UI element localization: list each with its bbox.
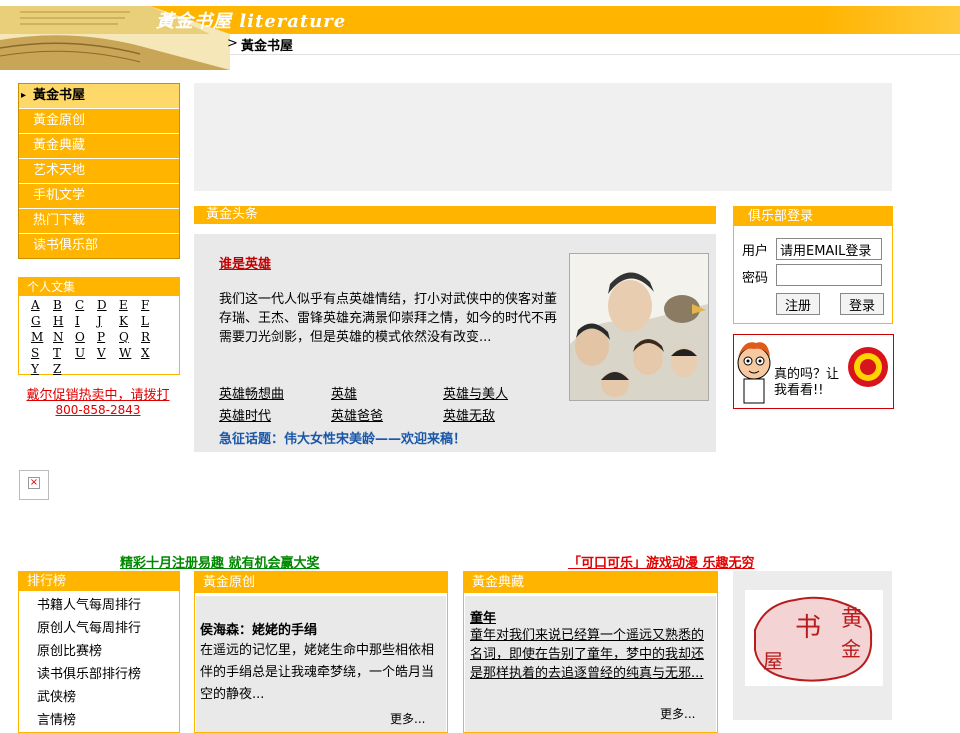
letter-link[interactable]: L (141, 314, 163, 328)
rankings-list: 书籍人气每周排行 原创人气每周排行 原创比赛榜 读书俱乐部排行榜 武侠榜 言情榜 (37, 594, 141, 732)
club-login-title: 俱乐部登录 (734, 207, 892, 226)
login-button[interactable]: 登录 (840, 293, 885, 315)
personal-works-title: 个人文集 (19, 278, 179, 296)
related-link[interactable]: 英雄 (331, 383, 443, 402)
letter-link[interactable]: H (53, 314, 75, 328)
sidebar-item-downloads[interactable]: 热门下载 (19, 209, 179, 234)
ranking-item[interactable]: 读书俱乐部排行榜 (37, 663, 141, 686)
seal-logo-image[interactable]: 书 黄 金 屋 (745, 590, 883, 686)
username-input[interactable] (776, 238, 882, 260)
sidebar-item-classic[interactable]: 黃金典藏 (19, 134, 179, 159)
club-login-panel: 俱乐部登录 用户 密码 注册 登录 (733, 206, 893, 324)
letter-link[interactable]: G (31, 314, 53, 328)
letter-link[interactable]: S (31, 346, 53, 360)
letter-link[interactable]: C (75, 298, 97, 312)
letter-link[interactable]: U (75, 346, 97, 360)
ranking-item[interactable]: 原创人气每周排行 (37, 617, 141, 640)
sidebar-item-club[interactable]: 读书俱乐部 (19, 234, 179, 258)
cartoon-speech-text: 真的吗？让我看看!! (774, 367, 840, 398)
seal-char: 金 (841, 637, 861, 661)
personal-works-panel: 个人文集 A B C D E F G H I J K L M N O P Q R… (18, 277, 180, 376)
classic-title: 黃金典藏 (464, 572, 717, 593)
letter-link[interactable]: V (97, 346, 119, 360)
sidebar-item-mobile[interactable]: 手机文学 (19, 184, 179, 209)
original-title: 黃金原创 (195, 572, 447, 593)
letter-link[interactable]: W (119, 346, 141, 360)
breadcrumb-arrow-icon: > (227, 36, 238, 51)
letter-link[interactable]: F (141, 298, 163, 312)
letter-link[interactable]: A (31, 298, 53, 312)
register-button[interactable]: 注册 (776, 293, 821, 315)
ebay-promo-link[interactable]: 精彩十月注册易趣 就有机会赢大奖 (120, 552, 320, 571)
password-input[interactable] (776, 264, 882, 286)
original-article-title[interactable]: 侯海森：姥姥的手绢 (200, 619, 317, 638)
broken-image-icon: × (19, 470, 49, 500)
site-title: 黃金书屋 literature (156, 11, 347, 32)
letter-link[interactable]: X (141, 346, 163, 360)
letter-link[interactable]: M (31, 330, 53, 344)
seal-char: 黄 (841, 607, 863, 632)
coca-cola-promo-link[interactable]: 「可口可乐」游戏动漫 乐趣无穷 (568, 552, 755, 571)
rankings-title: 排行榜 (19, 572, 179, 591)
letter-link[interactable]: N (53, 330, 75, 344)
letter-link[interactable]: E (119, 298, 141, 312)
rankings-panel: 排行榜 书籍人气每周排行 原创人气每周排行 原创比赛榜 读书俱乐部排行榜 武侠榜… (18, 571, 180, 733)
sidebar-nav: 黃金书屋 黃金原创 黃金典藏 艺术天地 手机文学 热门下载 读书俱乐部 (18, 83, 180, 259)
letter-link[interactable]: T (53, 346, 75, 360)
letter-link[interactable]: I (75, 314, 97, 328)
sidebar-item-home[interactable]: 黃金书屋 (19, 84, 179, 109)
dell-phone-link[interactable]: 800-858-2843 (18, 403, 178, 417)
username-label: 用户 (742, 244, 769, 259)
letter-link[interactable]: O (75, 330, 97, 344)
related-link[interactable]: 英雄与美人 (443, 383, 555, 402)
breadcrumb[interactable]: 黃金书屋 (241, 35, 293, 54)
letter-link[interactable]: Q (119, 330, 141, 344)
breadcrumb-divider (230, 54, 960, 55)
headline-article-text: 我们这一代人似乎有点英雄情结，打小对武侠中的侠客对董存瑞、王杰、雷锋英雄充满景仰… (219, 292, 558, 345)
letter-link[interactable]: Z (53, 362, 75, 376)
letter-link[interactable]: D (97, 298, 119, 312)
letter-link[interactable]: P (97, 330, 119, 344)
original-article-text: 在遥远的记忆里，姥姥生命中那些相依相伴的手绢总是让我魂牵梦绕，一个皓月当空的静夜… (200, 643, 435, 702)
headline-section-title: 黃金头条 (194, 206, 716, 224)
letter-link[interactable]: R (141, 330, 163, 344)
seal-char: 屋 (763, 649, 783, 673)
ranking-item[interactable]: 武侠榜 (37, 686, 141, 709)
classic-article-title[interactable]: 童年 (470, 607, 496, 626)
related-link[interactable]: 英雄畅想曲 (219, 383, 331, 402)
sidebar-item-original[interactable]: 黃金原创 (19, 109, 179, 134)
related-link[interactable]: 英雄时代 (219, 405, 331, 424)
letter-link[interactable]: J (97, 314, 119, 328)
letter-index: A B C D E F G H I J K L M N O P Q R S T … (31, 298, 171, 376)
headline-related-links: 英雄畅想曲 英雄 英雄与美人 英雄时代 英雄爸爸 英雄无敌 (219, 383, 559, 424)
heroes-illustration-image[interactable] (569, 253, 709, 401)
classic-article-text[interactable]: 童年对我们来说已经算一个遥远又熟悉的名词，即使在告别了童年，梦中的我却还是那样执… (470, 626, 710, 683)
classic-more-link[interactable]: 更多... (660, 705, 695, 722)
ranking-item[interactable]: 原创比赛榜 (37, 640, 141, 663)
related-link[interactable]: 英雄爸爸 (331, 405, 443, 424)
headline-article-title[interactable]: 谁是英雄 (219, 253, 271, 272)
call-for-papers-link[interactable]: 急征话题：伟大女性宋美龄——欢迎来稿！ (219, 428, 466, 447)
original-more-link[interactable]: 更多... (390, 710, 425, 727)
seal-char: 书 (795, 613, 821, 643)
letter-link[interactable]: K (119, 314, 141, 328)
ranking-item[interactable]: 书籍人气每周排行 (37, 594, 141, 617)
cartoon-ad-banner[interactable]: 真的吗？让我看看!! (733, 334, 894, 409)
ad-banner-placeholder (194, 83, 892, 191)
password-label: 密码 (742, 271, 769, 286)
ranking-item[interactable]: 言情榜 (37, 709, 141, 732)
related-link[interactable]: 英雄无敌 (443, 405, 555, 424)
letter-link[interactable]: Y (31, 362, 53, 376)
dell-promo-link[interactable]: 戴尔促销热卖中，请拨打 (18, 384, 178, 403)
letter-link[interactable]: B (53, 298, 75, 312)
sidebar-item-art[interactable]: 艺术天地 (19, 159, 179, 184)
